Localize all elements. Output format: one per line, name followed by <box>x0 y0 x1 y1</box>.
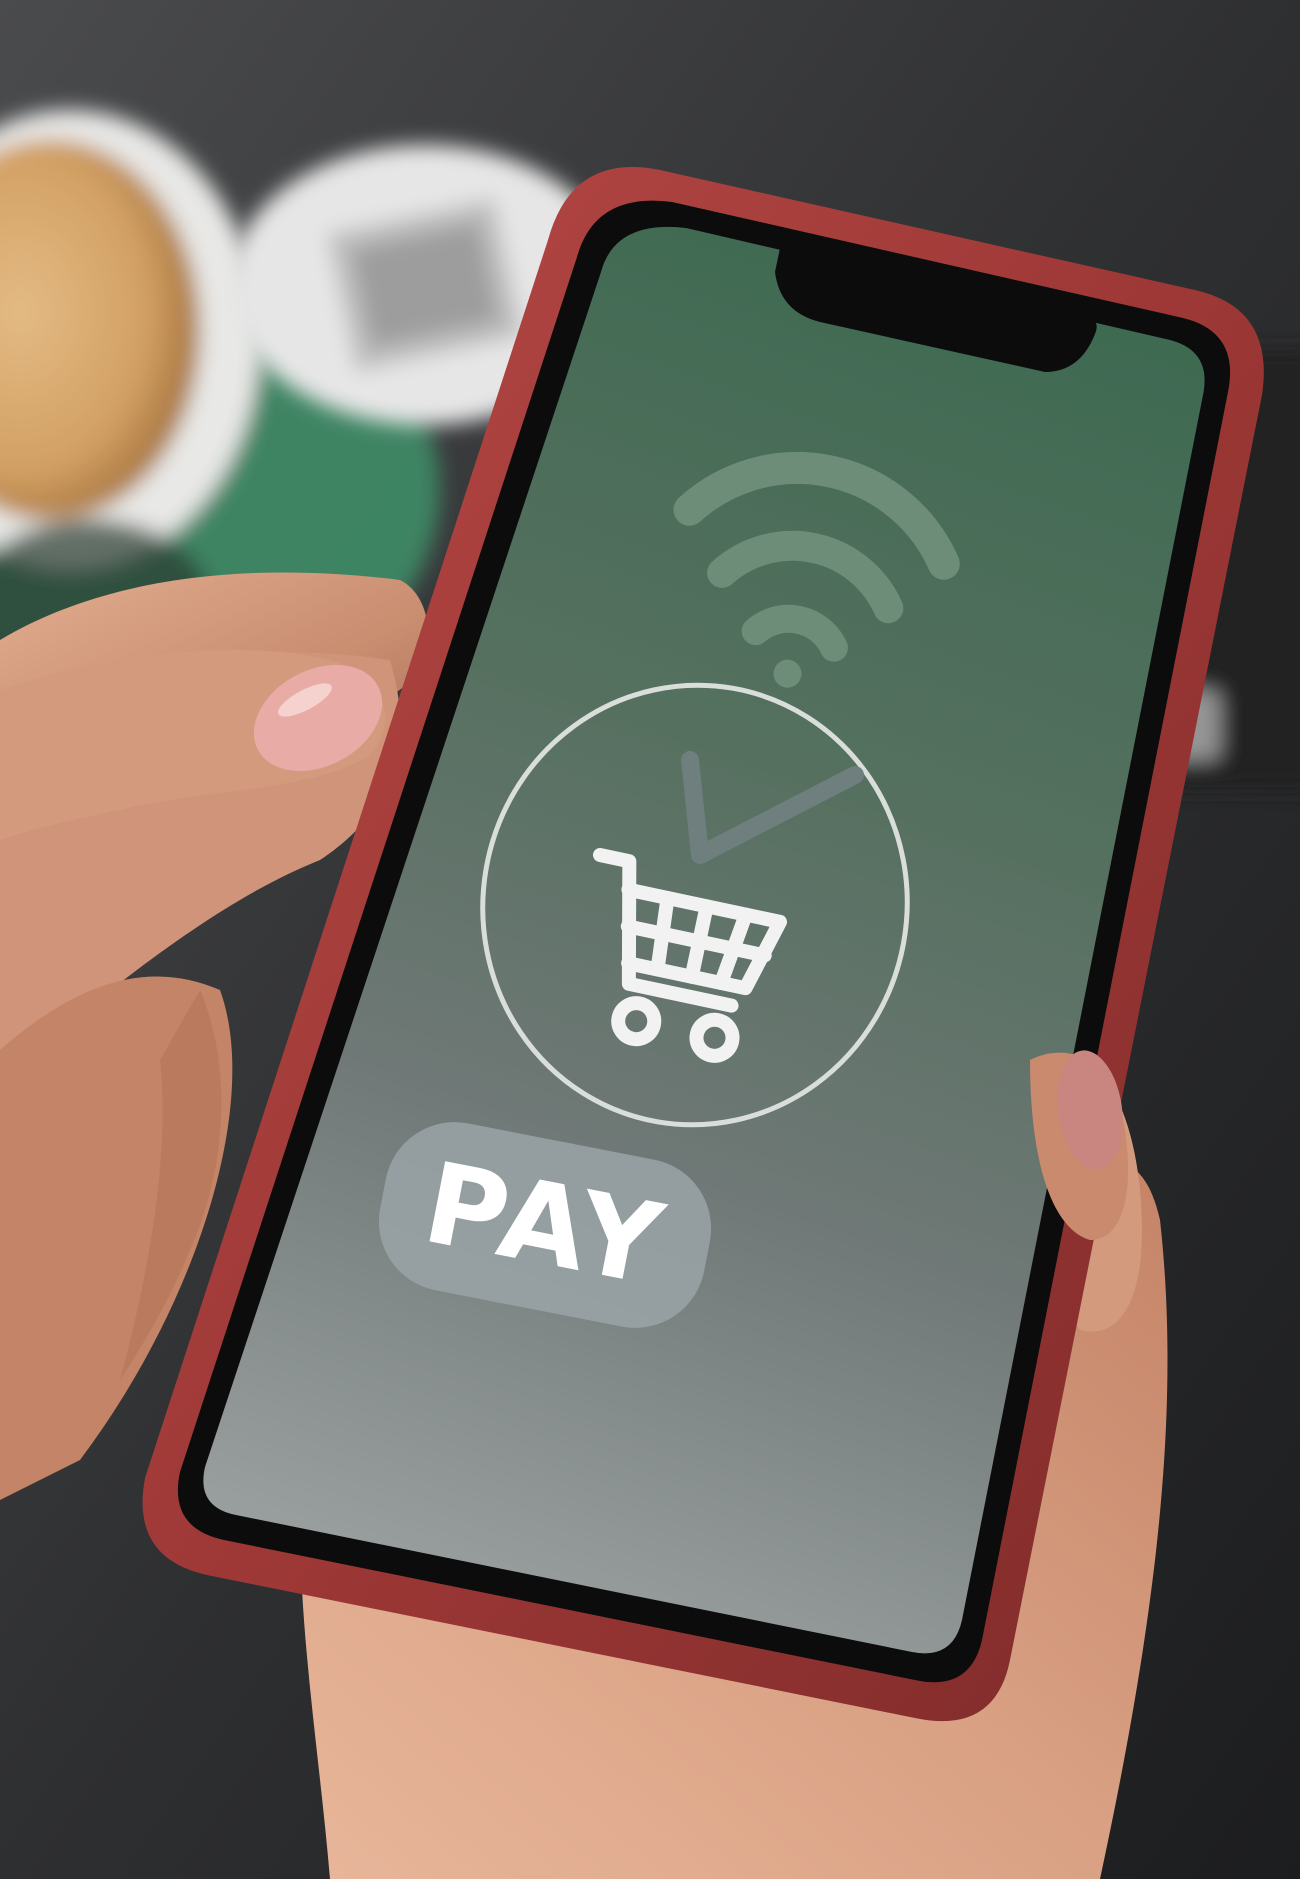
payment-photo: PAY <box>0 0 1311 1879</box>
